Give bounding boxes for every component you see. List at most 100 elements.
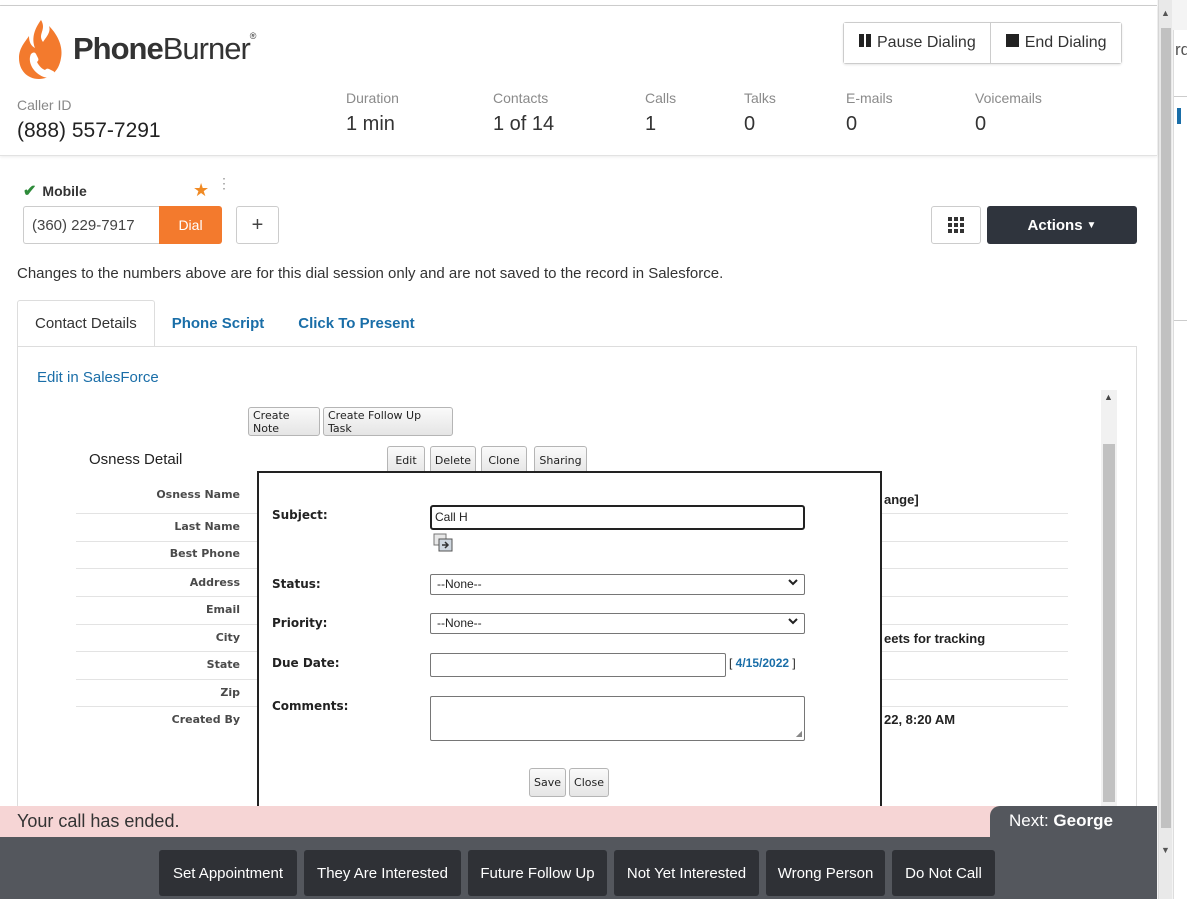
pause-dialing-label: Pause Dialing (877, 34, 976, 51)
dialer-header: PhoneBurner® Caller ID (888) 557-7291 Du… (0, 6, 1157, 156)
disposition-they-are-interested[interactable]: They Are Interested (304, 850, 461, 896)
priority-label: Priority: (272, 616, 328, 630)
phone-type-label: Mobile (42, 183, 87, 199)
call-ended-banner: Your call has ended. (0, 806, 1157, 837)
keypad-button[interactable] (931, 206, 981, 244)
frame-scrollbar[interactable]: ▲ (1101, 390, 1117, 806)
page-scrollbar[interactable]: ▲ ▼ (1158, 0, 1172, 899)
stat-label: Duration (346, 90, 399, 106)
stat-label: Contacts (493, 90, 549, 106)
resize-handle-icon[interactable]: ◢ (796, 729, 802, 738)
frame-scrollbar-thumb[interactable] (1103, 444, 1115, 802)
phone-type: ✔ Mobile (23, 181, 87, 201)
comments-textarea[interactable]: ◢ (430, 696, 805, 741)
stat-contacts: Contacts 1 of 14 (493, 90, 554, 136)
edit-in-salesforce-link[interactable]: Edit in SalesForce (37, 369, 159, 386)
field-label-zip: Zip (220, 686, 240, 699)
subject-lookup-icon[interactable] (433, 533, 453, 553)
tab-contact-details[interactable]: Contact Details (17, 300, 155, 347)
create-note-button[interactable]: Create Note (248, 407, 320, 436)
star-icon[interactable]: ★ (193, 180, 209, 201)
dial-button[interactable]: Dial (159, 206, 222, 244)
tab-click-to-present[interactable]: Click To Present (281, 300, 431, 347)
record-title: Osness Detail (89, 451, 183, 468)
stat-value: 0 (975, 113, 987, 135)
scroll-up-arrow-icon[interactable]: ▲ (1161, 8, 1170, 18)
status-select[interactable]: --None-- (430, 574, 805, 595)
field-label-best-phone: Best Phone (169, 547, 240, 560)
stat-talks: Talks 0 (744, 90, 776, 136)
end-dialing-label: End Dialing (1024, 34, 1107, 51)
close-button[interactable]: Close (569, 768, 609, 797)
field-value-fragment: eets for tracking (884, 631, 986, 646)
disposition-future-follow-up[interactable]: Future Follow Up (468, 850, 607, 896)
priority-select[interactable]: --None-- (430, 613, 805, 634)
field-label-city: City (215, 631, 240, 644)
dialing-controls: Pause Dialing End Dialing (843, 22, 1122, 64)
scroll-down-arrow-icon[interactable]: ▼ (1161, 845, 1170, 855)
due-date-label: Due Date: (272, 656, 340, 670)
logo-text-light: Burner (162, 31, 251, 66)
disposition-wrong-person[interactable]: Wrong Person (766, 850, 885, 896)
stat-label: Talks (744, 90, 776, 106)
status-label: Status: (272, 577, 321, 591)
field-value-fragment: ange] (884, 492, 919, 507)
phone-number-input[interactable]: (360) 229-7917 (23, 206, 159, 244)
create-follow-up-task-button[interactable]: Create Follow Up Task (323, 407, 453, 436)
subject-input[interactable]: Call H (430, 505, 805, 530)
detail-tabs: Contact Details Phone Script Click To Pr… (17, 300, 432, 347)
stat-value: 0 (744, 113, 756, 135)
next-label: Next: (1009, 811, 1049, 830)
status-selected-value: --None-- (437, 577, 482, 591)
comments-label: Comments: (272, 699, 349, 713)
stat-value: 1 of 14 (493, 113, 555, 135)
end-dialing-button[interactable]: End Dialing (989, 23, 1121, 63)
stat-calls: Calls 1 (645, 90, 676, 136)
field-label-created-by: Created By (171, 713, 240, 726)
field-value-fragment: 22, 8:20 AM (884, 712, 956, 727)
logo-registered: ® (249, 31, 257, 41)
adjacent-window-text: rdi (1175, 40, 1187, 59)
stat-emails: E-mails 0 (846, 90, 893, 136)
next-contact[interactable]: Next: George (990, 806, 1157, 837)
field-label-osness-name: Osness Name (156, 488, 240, 501)
disposition-set-appointment[interactable]: Set Appointment (159, 850, 297, 896)
pause-dialing-button[interactable]: Pause Dialing (844, 23, 990, 63)
chevron-down-icon (787, 615, 799, 630)
chevron-down-icon (787, 576, 799, 591)
disposition-not-yet-interested[interactable]: Not Yet Interested (614, 850, 759, 896)
frame-scroll-up-icon[interactable]: ▲ (1104, 392, 1113, 402)
caret-down-icon: ▼ (1086, 219, 1097, 231)
add-number-button[interactable]: + (236, 206, 279, 244)
stat-duration: Duration 1 min (346, 90, 399, 136)
tab-phone-script[interactable]: Phone Script (155, 300, 282, 347)
stat-label: Calls (645, 90, 677, 106)
field-label-state: State (206, 658, 240, 671)
today-date-link[interactable]: 4/15/2022 (736, 656, 789, 670)
priority-selected-value: --None-- (437, 616, 482, 630)
save-button[interactable]: Save (529, 768, 566, 797)
logo-text-bold: Phone (73, 31, 164, 66)
stat-label: Voicemails (975, 90, 1042, 106)
due-date-input[interactable] (430, 653, 726, 677)
stat-value: 1 (645, 113, 657, 135)
stat-label: E-mails (846, 90, 893, 106)
due-date-today-link: [ 4/15/2022 ] (729, 656, 796, 670)
stat-value: 1 min (346, 113, 395, 135)
disposition-do-not-call[interactable]: Do Not Call (892, 850, 995, 896)
keypad-grid-icon (948, 217, 964, 233)
field-label-email: Email (206, 603, 240, 616)
flame-phone-icon (19, 20, 62, 79)
page-scrollbar-thumb[interactable] (1161, 28, 1171, 828)
more-options-icon[interactable]: ⋮ (217, 176, 231, 190)
logo-wordmark: PhoneBurner® (73, 31, 257, 67)
actions-dropdown-button[interactable]: Actions ▼ (987, 206, 1137, 244)
field-label-address: Address (189, 576, 240, 589)
actions-label: Actions (1027, 216, 1083, 234)
stat-voicemails: Voicemails 0 (975, 90, 1042, 136)
caller-id-value: (888) 557-7291 (17, 119, 161, 142)
stop-icon (1005, 33, 1020, 53)
caller-id-label: Caller ID (17, 97, 72, 113)
pause-icon (858, 33, 872, 53)
subject-label: Subject: (272, 508, 328, 522)
